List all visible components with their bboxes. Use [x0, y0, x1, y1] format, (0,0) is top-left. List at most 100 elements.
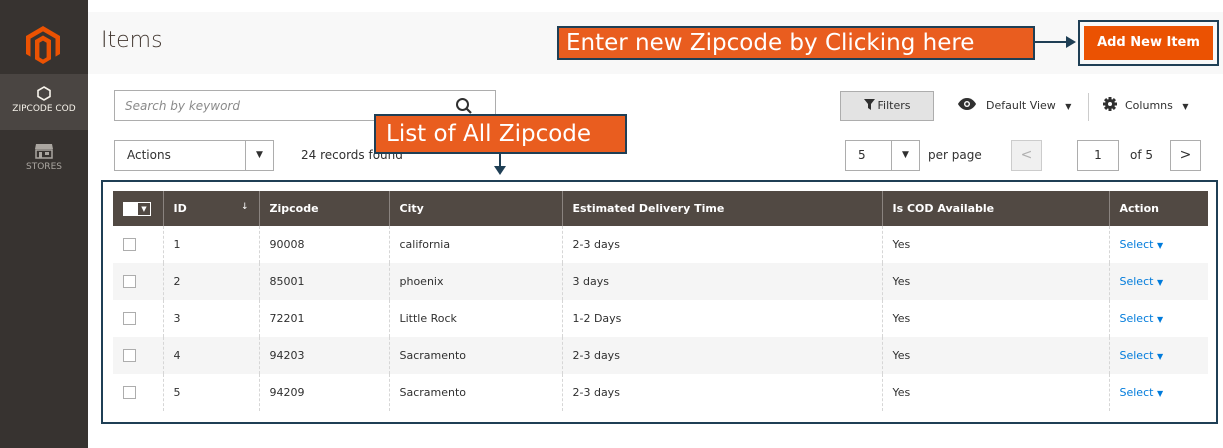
default-view-label: Default View: [986, 99, 1056, 112]
hexagon-icon: [37, 86, 51, 101]
actions-select[interactable]: Actions ▼: [114, 140, 274, 171]
page-number-input[interactable]: 1: [1077, 140, 1119, 171]
cell-cod: Yes: [881, 374, 1109, 411]
chevron-down-icon: ▼: [1156, 241, 1164, 250]
row-checkbox[interactable]: [123, 312, 136, 326]
cell-cod: Yes: [881, 263, 1109, 300]
row-checkbox-cell: [113, 226, 163, 263]
chevron-down-icon: ▼: [1065, 102, 1072, 111]
row-action-label: Select: [1119, 312, 1154, 325]
cell-zipcode: 90008: [258, 226, 389, 263]
row-checkbox[interactable]: [123, 238, 136, 252]
row-checkbox-cell: [113, 374, 163, 411]
add-new-item-button[interactable]: Add New Item: [1084, 26, 1213, 60]
row-action-label: Select: [1119, 275, 1154, 288]
cell-action: Select ▼: [1108, 374, 1208, 411]
chevron-down-icon: ▼: [1156, 352, 1164, 361]
mass-select-header[interactable]: ▼: [113, 191, 163, 226]
columns-dropdown[interactable]: Columns ▼: [1103, 96, 1189, 116]
row-action-select[interactable]: Select ▼: [1120, 238, 1164, 251]
add-button-highlight: Add New Item: [1078, 20, 1219, 66]
cell-city: california: [388, 226, 562, 263]
cell-zipcode: 72201: [258, 300, 389, 337]
grid-header-row: ▼ ID ↓ Zipcode City Estimated Delivery T…: [113, 191, 1208, 226]
column-header-label: ID: [173, 202, 187, 215]
sidebar-item-label: STORES: [26, 162, 62, 172]
cell-zipcode: 94203: [258, 337, 389, 374]
cell-id: 4: [162, 337, 259, 374]
row-action-label: Select: [1119, 238, 1154, 251]
cell-action: Select ▼: [1108, 226, 1208, 263]
row-checkbox-cell: [113, 337, 163, 374]
cell-action: Select ▼: [1108, 300, 1208, 337]
column-header-action: Action: [1108, 191, 1208, 226]
page-total: of 5: [1130, 148, 1154, 162]
row-checkbox[interactable]: [123, 275, 136, 289]
chevron-down-icon: ▼: [138, 202, 150, 215]
per-page-select[interactable]: 5 ▼: [845, 140, 920, 171]
sidebar: ZIPCODE COD STORES: [0, 0, 88, 448]
chevron-down-icon: ▼: [245, 141, 273, 170]
column-header-zipcode[interactable]: Zipcode: [258, 191, 389, 226]
column-header-label: Estimated Delivery Time: [572, 202, 725, 215]
store-icon: [35, 144, 53, 159]
sidebar-item-zipcode-cod[interactable]: ZIPCODE COD: [0, 74, 88, 130]
cell-action: Select ▼: [1108, 263, 1208, 300]
row-action-select[interactable]: Select ▼: [1120, 386, 1164, 399]
callout-arrow-line: [1035, 41, 1069, 43]
cell-cod: Yes: [881, 300, 1109, 337]
cell-cod: Yes: [881, 226, 1109, 263]
actions-label: Actions: [127, 148, 171, 162]
previous-page-button[interactable]: <: [1011, 140, 1042, 171]
row-checkbox-cell: [113, 300, 163, 337]
cell-delivery: 2-3 days: [561, 374, 882, 411]
columns-label: Columns: [1125, 99, 1173, 112]
cell-id: 5: [162, 374, 259, 411]
cell-cod: Yes: [881, 337, 1109, 374]
filters-button[interactable]: Filters: [840, 91, 934, 121]
row-checkbox[interactable]: [123, 386, 136, 400]
grid-highlight: ▼ ID ↓ Zipcode City Estimated Delivery T…: [101, 180, 1218, 424]
table-row: 2 85001 phoenix 3 days Yes Select ▼: [113, 263, 1208, 300]
column-header-delivery[interactable]: Estimated Delivery Time: [561, 191, 882, 226]
magento-logo-icon[interactable]: [26, 26, 60, 64]
table-row: 1 90008 california 2-3 days Yes Select ▼: [113, 226, 1208, 263]
sidebar-item-stores[interactable]: STORES: [0, 140, 88, 184]
toolbar-divider: [1088, 93, 1089, 121]
column-header-cod[interactable]: Is COD Available: [881, 191, 1109, 226]
per-page-label: per page: [928, 148, 982, 162]
cell-delivery: 2-3 days: [561, 337, 882, 374]
column-header-id[interactable]: ID ↓: [162, 191, 259, 226]
chevron-down-icon: ▼: [1156, 389, 1164, 398]
per-page-value: 5: [858, 148, 866, 162]
sort-arrow-icon: ↓: [240, 202, 249, 212]
cell-city: Sacramento: [388, 374, 562, 411]
cell-zipcode: 94209: [258, 374, 389, 411]
funnel-icon: [863, 99, 875, 110]
eye-icon: [958, 98, 976, 110]
chevron-down-icon: ▼: [1182, 102, 1189, 111]
list-callout: List of All Zipcode: [374, 114, 627, 154]
search-icon[interactable]: [455, 97, 473, 115]
row-action-select[interactable]: Select ▼: [1120, 312, 1164, 325]
filters-label: Filters: [877, 99, 911, 112]
column-header-label: Action: [1119, 202, 1159, 215]
row-action-select[interactable]: Select ▼: [1120, 349, 1164, 362]
table-row: 3 72201 Little Rock 1-2 Days Yes Select …: [113, 300, 1208, 337]
column-header-city[interactable]: City: [388, 191, 562, 226]
cell-delivery: 1-2 Days: [561, 300, 882, 337]
cell-delivery: 2-3 days: [561, 226, 882, 263]
cell-city: Little Rock: [388, 300, 562, 337]
cell-action: Select ▼: [1108, 337, 1208, 374]
chevron-down-icon: ▼: [1156, 278, 1164, 287]
cell-city: Sacramento: [388, 337, 562, 374]
mass-select-checkbox[interactable]: ▼: [123, 201, 151, 216]
row-action-select[interactable]: Select ▼: [1120, 275, 1164, 288]
callout-arrow-head-icon: [1066, 36, 1076, 48]
table-row: 4 94203 Sacramento 2-3 days Yes Select ▼: [113, 337, 1208, 374]
default-view-dropdown[interactable]: Default View ▼: [958, 96, 1071, 116]
chevron-down-icon: ▼: [891, 141, 919, 170]
cell-city: phoenix: [388, 263, 562, 300]
next-page-button[interactable]: >: [1170, 140, 1201, 171]
row-checkbox[interactable]: [123, 349, 136, 363]
